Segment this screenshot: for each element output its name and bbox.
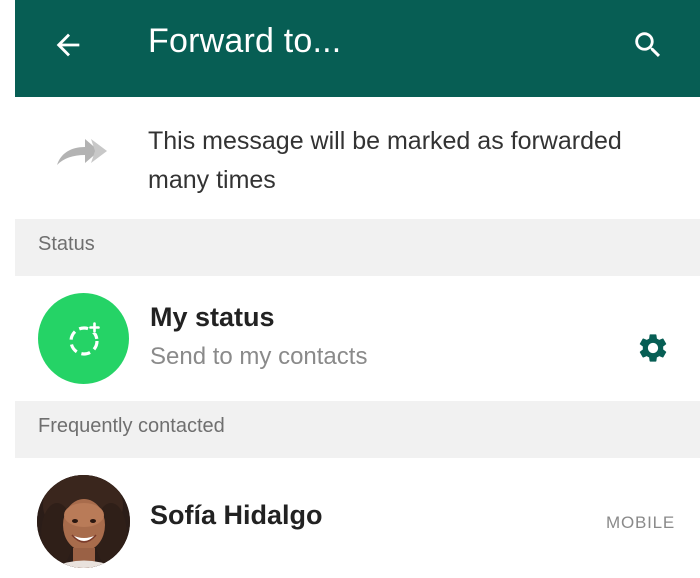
contact-row[interactable]: Sofía Hidalgo MOBILE	[15, 459, 700, 578]
forward-notice-text: This message will be marked as forwarded…	[148, 127, 622, 194]
add-status-icon	[68, 321, 100, 356]
forward-notice: This message will be marked as forwarded…	[15, 97, 700, 219]
status-privacy-button[interactable]	[635, 330, 671, 366]
section-header-status: Status	[15, 219, 700, 276]
back-button[interactable]	[49, 26, 87, 64]
arrow-left-icon	[56, 33, 80, 57]
gear-icon	[639, 334, 667, 362]
contact-name: Sofía Hidalgo	[150, 500, 323, 530]
my-status-subtitle: Send to my contacts	[150, 343, 368, 370]
contact-photo	[37, 475, 130, 568]
contact-phone-type: MOBILE	[606, 513, 676, 532]
search-icon	[635, 32, 661, 58]
search-button[interactable]	[629, 26, 667, 64]
my-status-row[interactable]: My status Send to my contacts	[15, 276, 700, 401]
forward-screen: Forward to... This message will be marke…	[0, 0, 700, 578]
section-header-label: Frequently contacted	[38, 415, 225, 437]
forwarded-many-times-icon	[57, 139, 107, 165]
app-bar: Forward to...	[15, 0, 700, 97]
section-header-frequent: Frequently contacted	[15, 401, 700, 458]
my-status-title: My status	[150, 302, 275, 332]
section-header-label: Status	[38, 233, 95, 255]
page-title: Forward to...	[148, 22, 342, 60]
my-status-avatar	[38, 293, 129, 384]
contact-avatar	[37, 475, 130, 568]
